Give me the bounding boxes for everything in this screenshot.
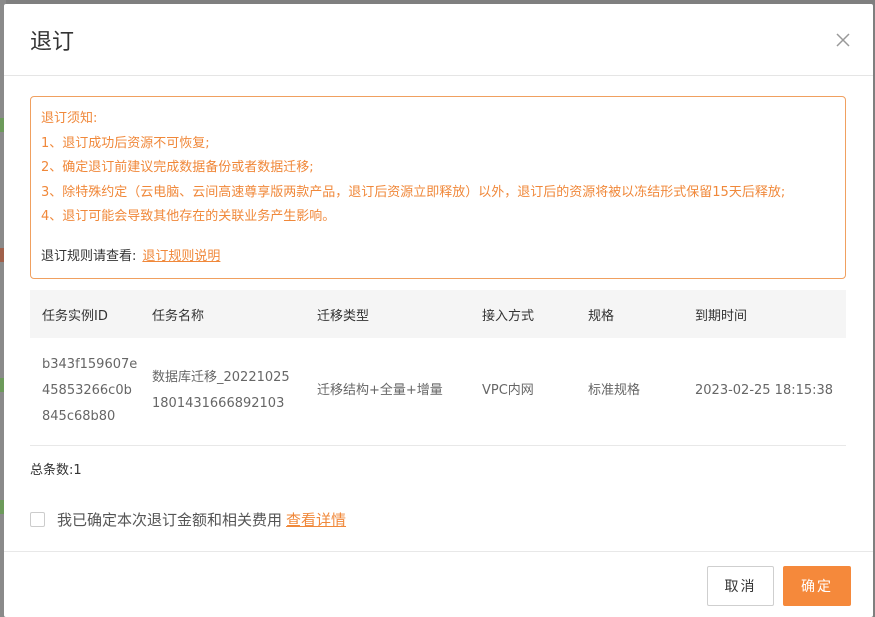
expire-cell: 2023-02-25 18:15:38: [695, 383, 834, 399]
task-id-line: 45853266c0b: [42, 383, 132, 399]
task-id-line: b343f159607e: [42, 357, 138, 373]
notice-item: 1、退订成功后资源不可恢复;: [41, 135, 210, 151]
close-button[interactable]: [831, 28, 855, 52]
task-name-line: 数据库迁移_20221025: [152, 370, 290, 386]
unsubscribe-dialog: 退订 退订须知: 1、退订成功后资源不可恢复; 2、确定退订前建议完成数据备份或…: [4, 4, 873, 617]
task-id-line: 845c68b80: [42, 409, 116, 425]
migration-type-cell: 迁移结构+全量+增量: [317, 383, 443, 399]
notice-item: 3、除特殊约定（云电脑、云间高速尊享版两款产品，退订后资源立即释放）以外，退订后…: [41, 184, 786, 200]
column-header: 任务名称: [152, 308, 205, 324]
column-header: 迁移类型: [317, 308, 370, 324]
task-id-cell: b343f159607e 45853266c0b 845c68b80: [30, 338, 140, 445]
notice-heading: 退订须知:: [41, 111, 98, 126]
rule-row: 退订规则请查看: 退订规则说明: [41, 245, 220, 264]
dialog-footer: 取消 确定: [4, 551, 873, 617]
table-header-row: 任务实例ID 任务名称 迁移类型 接入方式 规格 到期时间: [30, 290, 846, 338]
unsubscribe-notice: 退订须知: 1、退订成功后资源不可恢复; 2、确定退订前建议完成数据备份或者数据…: [30, 96, 846, 279]
task-name-cell: 数据库迁移_20221025 1801431666892103: [140, 338, 305, 445]
dialog-title: 退订: [30, 30, 75, 55]
confirm-button[interactable]: 确定: [783, 566, 851, 606]
task-name-line: 1801431666892103: [152, 396, 285, 412]
access-cell: VPC内网: [482, 383, 534, 399]
confirm-text: 我已确定本次退订金额和相关费用: [57, 511, 283, 529]
table-row: b343f159607e 45853266c0b 845c68b80 数据库迁移…: [30, 338, 846, 445]
total-count: 总条数:1: [30, 463, 82, 478]
column-header: 接入方式: [482, 308, 535, 324]
cancel-button[interactable]: 取消: [707, 566, 774, 606]
confirm-row: 我已确定本次退订金额和相关费用 查看详情: [30, 509, 346, 530]
column-header: 到期时间: [695, 308, 748, 324]
notice-item: 4、退订可能会导致其他存在的关联业务产生影响。: [41, 209, 336, 224]
column-header: 规格: [588, 308, 615, 324]
rule-link[interactable]: 退订规则说明: [142, 249, 220, 264]
rule-label: 退订规则请查看:: [41, 249, 137, 264]
dialog-header: 退订: [4, 4, 873, 76]
notice-item: 2、确定退订前建议完成数据备份或者数据迁移;: [41, 160, 314, 175]
confirm-checkbox[interactable]: [30, 512, 45, 527]
close-icon: [836, 33, 850, 47]
spec-cell: 标准规格: [588, 383, 641, 399]
view-details-link[interactable]: 查看详情: [286, 509, 346, 530]
task-table: 任务实例ID 任务名称 迁移类型 接入方式 规格 到期时间 b343f15960…: [30, 290, 846, 446]
column-header: 任务实例ID: [42, 308, 108, 324]
